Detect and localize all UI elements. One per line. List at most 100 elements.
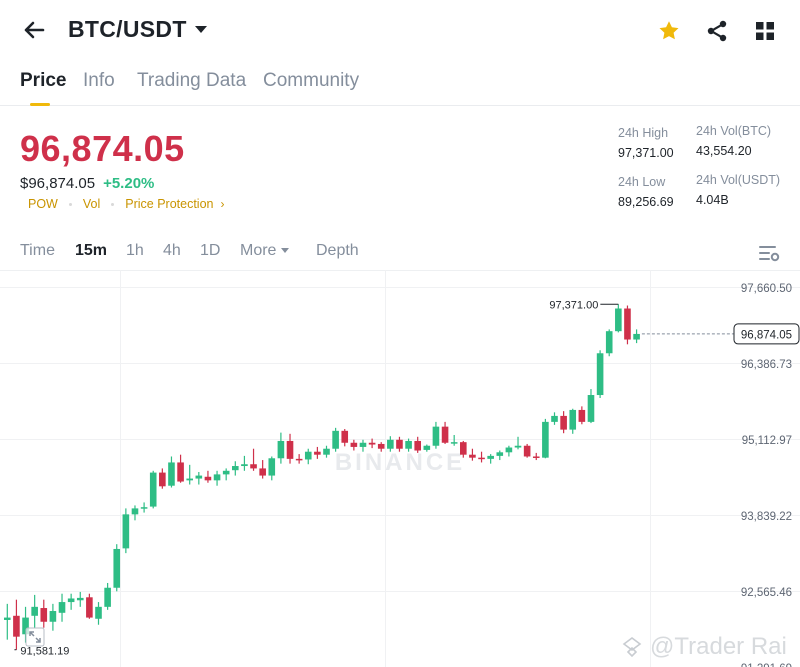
y-axis-tick-label: 92,565.46 [741,587,792,599]
candle-body [13,615,20,637]
timeframe-more[interactable]: More [240,242,290,260]
timeframe-1h[interactable]: 1h [126,242,144,260]
tab-trading-data[interactable]: Trading Data [137,70,246,92]
more-label: More [240,242,277,259]
back-button[interactable] [18,14,50,46]
candle-body [4,617,11,620]
chart-settings-button[interactable] [756,240,782,266]
candle-body [222,470,230,475]
candle [496,450,504,461]
tag-separator [111,202,115,206]
pair-selector[interactable]: BTC/USDT [68,16,207,43]
candle-body [605,331,613,354]
grid-button[interactable] [748,14,782,48]
candlestick-chart[interactable]: BINANCE 97,660.50 96,386.73 95,112.97 93,83… [0,270,800,667]
chevron-down-icon [194,26,207,33]
candle [314,446,321,459]
candle [149,470,157,509]
tag-pow[interactable]: POW [28,197,58,211]
tab-depth[interactable]: Depth [316,242,359,260]
candle-body [58,602,66,613]
candle-body [204,476,212,481]
stat-24h-vol-btc: 24h Vol(BTC) 43,554.20 [696,124,771,158]
candle [67,593,75,610]
tag-price-protection[interactable]: Price Protection [125,197,213,211]
candle-body [432,426,440,446]
candle-body [241,464,248,467]
candle [195,471,203,485]
candle [450,435,458,446]
candle-body [387,439,394,449]
timeframe-15m[interactable]: 15m [75,242,107,260]
tag-vol[interactable]: Vol [83,197,100,211]
candle [40,599,48,628]
candle-body [368,442,376,445]
chevron-down-icon [281,248,290,254]
stat-24h-high: 24h High 97,371.00 [618,126,674,160]
candle [58,593,66,622]
y-axis-tick-label: 93,839.22 [741,511,792,523]
stat-value: 4.04B [696,193,729,207]
candle [624,305,631,345]
candle-body [186,478,193,481]
star-icon [659,21,679,40]
candle [213,470,221,486]
candle [86,593,93,619]
max-price-label: 97,371.00 [549,299,598,311]
candle [168,456,175,488]
timeframe-bar: Time 15m 1h 4h 1D More Depth [0,236,800,270]
stat-value: 43,554.20 [696,144,752,158]
candle-body [159,472,166,487]
candle-body [259,468,266,476]
share-button[interactable] [700,14,734,48]
candle-body [396,439,403,449]
candle [487,454,494,464]
arrow-left-icon [24,21,45,39]
candle [514,436,522,450]
candle-body [450,442,458,444]
expand-icon[interactable] [25,627,45,647]
min-price-label: 91,581.19 [20,646,69,658]
candle-body [551,415,558,422]
stat-label: 24h Vol(USDT) [696,173,781,187]
candle-body [295,458,303,461]
chevron-right-icon: › [220,197,225,211]
candle-body [168,462,175,486]
author-watermark-text: @Trader Rai [650,633,787,660]
candle [441,421,449,444]
candle [551,412,558,425]
candle-body [131,508,139,515]
candle [140,502,148,513]
candle-body [587,395,595,422]
candle [615,304,622,333]
favorite-button[interactable] [652,14,686,48]
tab-community[interactable]: Community [263,70,359,92]
candle [4,603,11,640]
stat-24h-low: 24h Low 89,256.69 [618,175,674,209]
candle [469,448,476,461]
timeframe-1d[interactable]: 1D [200,242,220,260]
candle-body [332,430,339,449]
timeframe-time[interactable]: Time [20,242,55,260]
tab-price[interactable]: Price [20,70,66,92]
stat-label: 24h High [618,126,669,140]
timeframe-4h[interactable]: 4h [163,242,181,260]
candle [578,406,586,425]
active-tab-indicator [30,103,50,106]
candle-body [615,308,622,332]
candle [277,432,285,464]
candle [633,329,640,344]
candle-body [441,426,449,443]
candle [286,433,294,464]
candle [250,448,257,471]
candle-body [286,440,294,459]
candle-body [195,475,203,479]
chart-canvas[interactable]: BINANCE 97,660.50 96,386.73 95,112.97 93,83… [0,270,800,667]
candle-body [341,430,349,443]
candle-body [268,458,276,476]
candle [204,470,212,483]
tab-info[interactable]: Info [83,70,115,92]
candle-body [314,451,321,455]
candle [569,408,577,434]
grid-icon [756,22,774,40]
